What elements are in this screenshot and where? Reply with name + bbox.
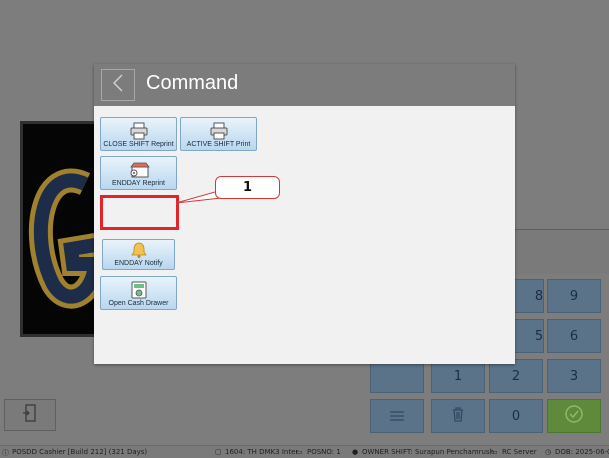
step-callout: 1 <box>215 176 280 199</box>
callout-pointer <box>175 189 232 204</box>
